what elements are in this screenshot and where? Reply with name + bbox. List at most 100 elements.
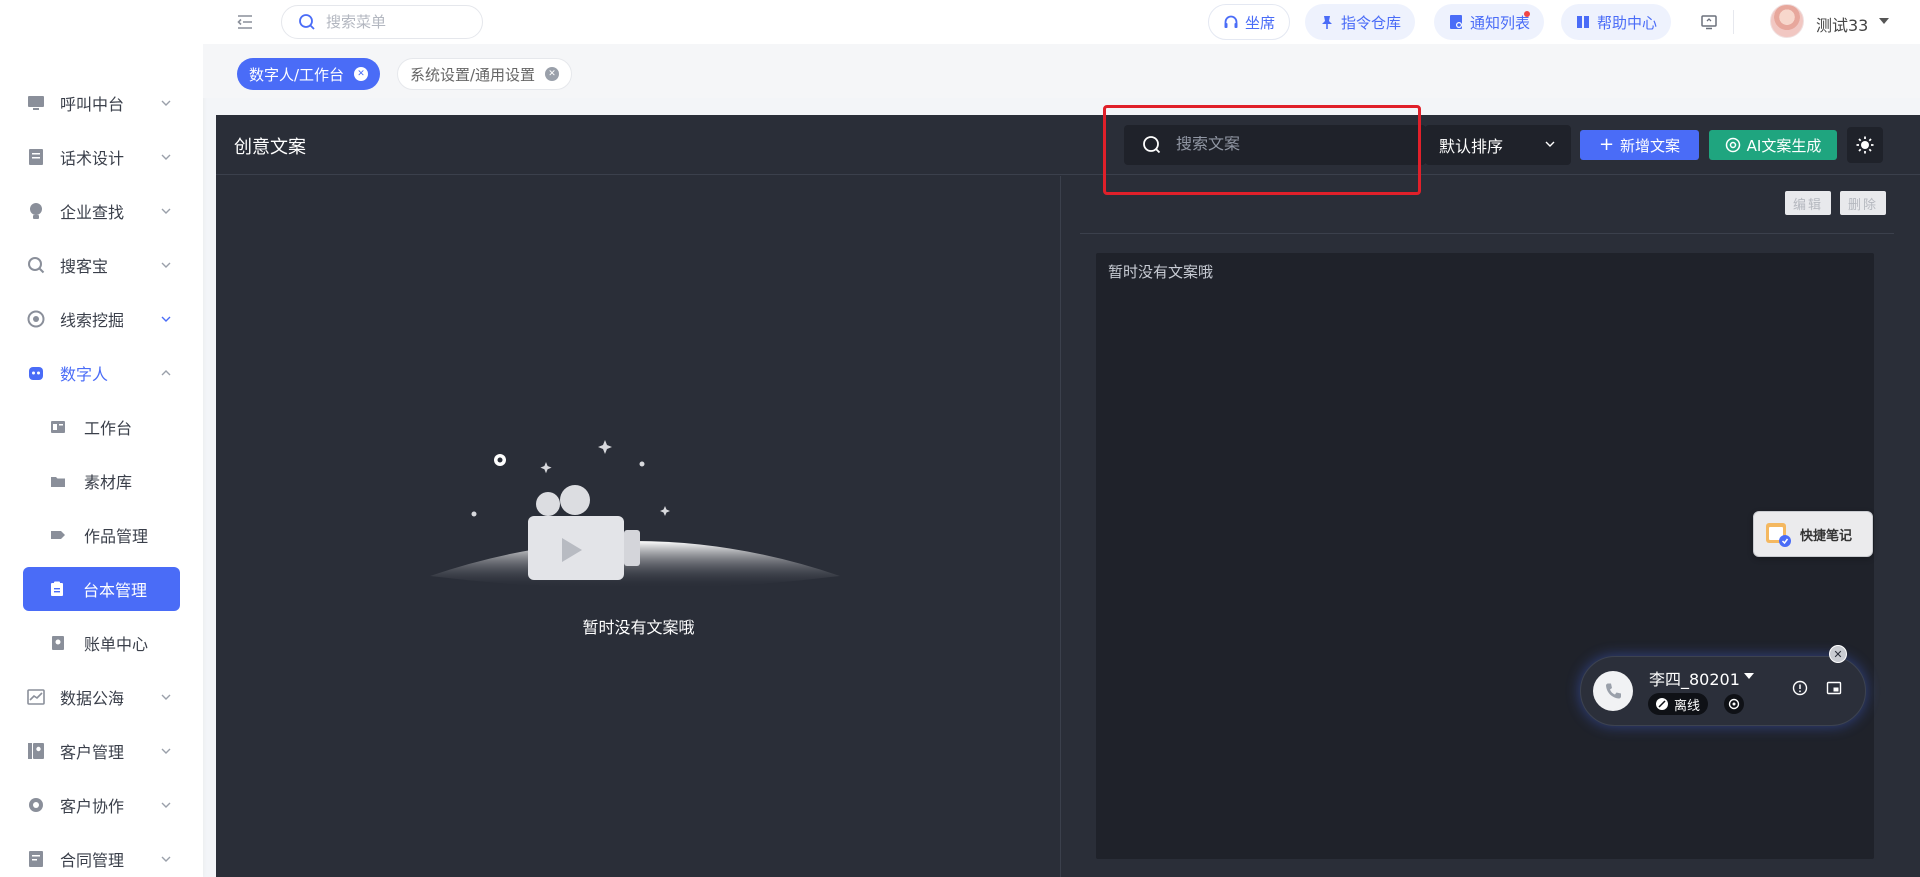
command-repo-label: 指令仓库 xyxy=(1341,13,1402,32)
sort-select[interactable]: 默认排序 xyxy=(1425,125,1571,165)
agent-dropdown-caret-icon[interactable] xyxy=(1744,673,1754,679)
copy-content-text: 暂时没有文案哦 xyxy=(1108,263,1214,281)
sidebar-item-digital-human[interactable]: 数字人 xyxy=(0,346,203,400)
sidebar-subitem-label: 作品管理 xyxy=(84,527,149,546)
close-icon[interactable]: ✕ xyxy=(545,67,560,81)
search-icon xyxy=(1143,136,1161,154)
copy-list-pane: 暂时没有文案哦 xyxy=(216,176,1061,877)
tab-label: 系统设置/通用设置 xyxy=(410,65,536,84)
sidebar-item-label: 呼叫中台 xyxy=(60,95,125,114)
topbar: 坐席 指令仓库 通知列表 帮助中心 测试33 xyxy=(203,0,1920,44)
chevron-down-icon xyxy=(161,208,171,214)
phone-settings-button[interactable] xyxy=(1724,694,1744,714)
notification-icon xyxy=(1448,14,1464,30)
screen-share-icon[interactable] xyxy=(1700,13,1718,31)
sidebar-item-label: 合同管理 xyxy=(60,851,125,870)
sidebar-subitem-label: 素材库 xyxy=(84,473,133,492)
add-copy-label: 新增文案 xyxy=(1620,136,1681,155)
book-icon xyxy=(1575,14,1591,30)
contacts-icon xyxy=(26,741,46,761)
empty-camera-illustration xyxy=(430,440,840,589)
sidebar-subitem-materials[interactable]: 素材库 xyxy=(0,454,203,508)
sidebar-subitem-label: 账单中心 xyxy=(84,635,149,654)
notification-badge xyxy=(1524,11,1531,17)
user-menu-caret-icon[interactable] xyxy=(1879,18,1889,24)
copy-search-input[interactable] xyxy=(1176,136,1396,154)
pin-icon xyxy=(1319,14,1335,30)
status-badge[interactable]: 离线 xyxy=(1648,693,1709,715)
empty-state-text: 暂时没有文案哦 xyxy=(582,618,695,637)
edit-button[interactable]: 编辑 xyxy=(1785,191,1832,215)
sidebar-subitem-billing[interactable]: 账单中心 xyxy=(0,616,203,670)
sidebar-item-data-pool[interactable]: 数据公海 xyxy=(0,670,203,724)
theme-toggle-button[interactable] xyxy=(1847,127,1883,163)
command-repo-button[interactable]: 指令仓库 xyxy=(1305,4,1416,40)
sidebar-item-label: 客户管理 xyxy=(60,743,125,762)
sidebar-item-label: 话术设计 xyxy=(60,149,125,168)
sidebar-subitem-script-management[interactable]: 台本管理 xyxy=(23,567,180,611)
robot-icon xyxy=(26,363,46,383)
clipboard-icon xyxy=(49,581,65,597)
main-panel: 创意文案 默认排序 + 新增文案 AI文案生成 xyxy=(216,115,1920,877)
sidebar-subitem-label: 台本管理 xyxy=(83,581,148,600)
ai-generate-label: AI文案生成 xyxy=(1746,136,1822,155)
ai-generate-button[interactable]: AI文案生成 xyxy=(1709,130,1837,160)
sidebar-subitem-works[interactable]: 作品管理 xyxy=(0,508,203,562)
menu-search[interactable] xyxy=(281,5,483,39)
copy-search[interactable] xyxy=(1124,125,1426,165)
chevron-down-icon xyxy=(161,100,171,106)
gear-icon xyxy=(1728,698,1740,710)
menu-collapse-icon[interactable] xyxy=(235,12,255,32)
sidebar-item-label: 线索挖掘 xyxy=(60,311,125,330)
notification-list-button[interactable]: 通知列表 xyxy=(1434,4,1545,40)
detail-divider xyxy=(1080,233,1894,234)
user-name[interactable]: 测试33 xyxy=(1816,12,1868,36)
add-copy-button[interactable]: + 新增文案 xyxy=(1580,130,1699,160)
sidebar-item-label: 搜客宝 xyxy=(60,257,109,276)
menu-search-input[interactable] xyxy=(326,13,466,31)
expand-window-icon[interactable] xyxy=(1825,679,1843,697)
topbar-divider xyxy=(1733,10,1734,34)
sidebar-item-customer-collab[interactable]: 客户协作 xyxy=(0,778,203,832)
sidebar-nav: 呼叫中台 话术设计 企业查找 搜客宝 线索挖掘 数字人 工作台 素材库 作品管理… xyxy=(0,76,203,877)
sidebar-item-customer-management[interactable]: 客户管理 xyxy=(0,724,203,778)
info-icon[interactable] xyxy=(1791,679,1809,697)
folder-icon xyxy=(50,473,66,489)
chevron-down-icon xyxy=(161,262,171,268)
offline-icon xyxy=(1656,698,1668,710)
sidebar-item-soukebao[interactable]: 搜客宝 xyxy=(0,238,203,292)
quick-note-widget[interactable]: 快捷笔记 xyxy=(1753,511,1873,557)
tab-digital-human-workbench[interactable]: 数字人/工作台 ✕ xyxy=(237,58,381,90)
page-tabs: 数字人/工作台 ✕ 系统设置/通用设置 ✕ xyxy=(203,44,1920,98)
dashboard-icon xyxy=(50,419,66,435)
help-center-button[interactable]: 帮助中心 xyxy=(1561,4,1672,40)
sidebar-subitem-label: 工作台 xyxy=(84,419,133,438)
sidebar-subitem-workbench[interactable]: 工作台 xyxy=(0,400,203,454)
sidebar: 呼叫中台 话术设计 企业查找 搜客宝 线索挖掘 数字人 工作台 素材库 作品管理… xyxy=(0,0,203,877)
tag-icon xyxy=(50,527,66,543)
sidebar-item-call-center[interactable]: 呼叫中台 xyxy=(0,76,203,130)
agent-name[interactable]: 李四_80201 xyxy=(1649,666,1740,690)
sidebar-item-lead-mining[interactable]: 线索挖掘 xyxy=(0,292,203,346)
avatar[interactable] xyxy=(1770,4,1804,38)
agent-seat-button[interactable]: 坐席 xyxy=(1208,4,1291,40)
page-title: 创意文案 xyxy=(234,137,306,158)
headset-icon xyxy=(1223,14,1239,30)
search-zoom-icon xyxy=(26,255,46,275)
sidebar-item-label: 数字人 xyxy=(60,365,109,384)
sort-select-value: 默认排序 xyxy=(1439,137,1504,156)
chevron-down-icon xyxy=(161,748,171,754)
ai-flower-icon xyxy=(1725,137,1740,153)
delete-button[interactable]: 删除 xyxy=(1840,191,1887,215)
sidebar-item-contract-management[interactable]: 合同管理 xyxy=(0,832,203,877)
sidebar-item-script-design[interactable]: 话术设计 xyxy=(0,130,203,184)
tab-system-settings[interactable]: 系统设置/通用设置 ✕ xyxy=(397,58,573,90)
main-header: 创意文案 默认排序 + 新增文案 AI文案生成 xyxy=(216,115,1920,175)
gear-icon xyxy=(26,795,46,815)
chevron-up-icon xyxy=(161,370,171,376)
close-icon[interactable]: ✕ xyxy=(354,67,369,81)
softphone-close-icon[interactable]: ✕ xyxy=(1829,645,1847,663)
sidebar-item-company-search[interactable]: 企业查找 xyxy=(0,184,203,238)
call-button[interactable] xyxy=(1593,671,1633,711)
quick-note-label: 快捷笔记 xyxy=(1800,528,1853,544)
